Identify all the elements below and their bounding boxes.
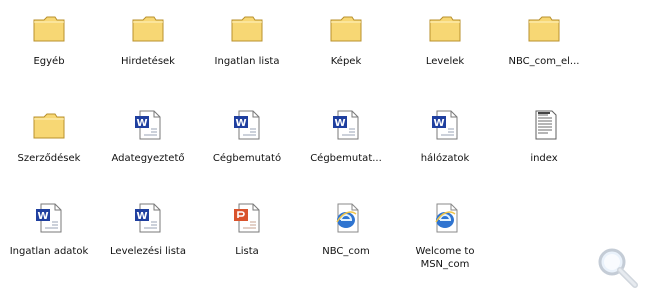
svg-text:W: W bbox=[433, 118, 444, 129]
file-icon-grid: Egyéb Hirdetések Ingatlan lista Képek Le… bbox=[0, 0, 657, 295]
icon-row: Egyéb Hirdetések Ingatlan lista Képek Le… bbox=[0, 10, 657, 100]
file-item-cegbemutato[interactable]: W Cégbemutató bbox=[199, 107, 295, 195]
file-label: Levelezési lista bbox=[110, 246, 186, 257]
internet-shortcut-icon bbox=[435, 203, 458, 233]
file-item-welcome-to-msn-com[interactable]: Welcome to MSN_com bbox=[397, 200, 493, 288]
folder-icon bbox=[33, 16, 65, 42]
word-document-icon: W bbox=[432, 110, 458, 140]
file-item-cegbemutat[interactable]: W Cégbemutat... bbox=[298, 107, 394, 195]
folder-icon bbox=[231, 16, 263, 42]
word-document-icon: W bbox=[135, 203, 161, 233]
folder-icon bbox=[33, 113, 65, 139]
file-label: Levelek bbox=[425, 56, 465, 67]
internet-shortcut-icon bbox=[336, 203, 359, 233]
file-label: Lista bbox=[235, 246, 259, 257]
file-label: Ingatlan lista bbox=[214, 56, 280, 67]
text-document-icon bbox=[535, 110, 557, 140]
file-item-egyeb[interactable]: Egyéb bbox=[1, 10, 97, 98]
icon-row: W Ingatlan adatok W Levelezési lista Lis… bbox=[0, 200, 657, 290]
magnifier-icon[interactable] bbox=[594, 244, 640, 290]
svg-text:W: W bbox=[235, 118, 246, 129]
folder-icon bbox=[132, 16, 164, 42]
powerpoint-document-icon bbox=[234, 203, 260, 233]
svg-text:W: W bbox=[136, 118, 147, 129]
file-item-szerzodesek[interactable]: Szerződések bbox=[1, 107, 97, 195]
file-label: hálózatok bbox=[420, 153, 470, 164]
folder-icon bbox=[429, 16, 461, 42]
file-item-lista[interactable]: Lista bbox=[199, 200, 295, 288]
word-document-icon: W bbox=[36, 203, 62, 233]
file-item-levelek[interactable]: Levelek bbox=[397, 10, 493, 98]
file-label: Welcome to MSN_com bbox=[415, 246, 475, 270]
file-label: Képek bbox=[330, 56, 362, 67]
file-item-nbc-com-el[interactable]: NBC_com_el... bbox=[496, 10, 592, 98]
file-item-kepek[interactable]: Képek bbox=[298, 10, 394, 98]
svg-text:W: W bbox=[37, 211, 48, 222]
file-label: NBC_com bbox=[322, 246, 370, 257]
file-item-index[interactable]: index bbox=[496, 107, 592, 195]
file-label: NBC_com_el... bbox=[508, 56, 580, 67]
file-label: Cégbemutat... bbox=[310, 153, 382, 164]
word-document-icon: W bbox=[234, 110, 260, 140]
word-document-icon: W bbox=[135, 110, 161, 140]
file-label: Hirdetések bbox=[121, 56, 175, 67]
svg-text:W: W bbox=[136, 211, 147, 222]
svg-text:W: W bbox=[334, 118, 345, 129]
file-item-levelezesi-lista[interactable]: W Levelezési lista bbox=[100, 200, 196, 288]
file-item-hirdetesek[interactable]: Hirdetések bbox=[100, 10, 196, 98]
file-item-nbc-com[interactable]: NBC_com bbox=[298, 200, 394, 288]
file-label: Egyéb bbox=[33, 56, 65, 67]
file-item-halozatok[interactable]: W hálózatok bbox=[397, 107, 493, 195]
file-label: Ingatlan adatok bbox=[9, 246, 89, 257]
word-document-icon: W bbox=[333, 110, 359, 140]
icon-row: Szerződések W Adategyeztető W Cégbemutat… bbox=[0, 107, 657, 197]
file-label: Adategyeztető bbox=[111, 153, 185, 164]
file-label: index bbox=[530, 153, 558, 164]
file-item-ingatlan-adatok[interactable]: W Ingatlan adatok bbox=[1, 200, 97, 288]
folder-icon bbox=[528, 16, 560, 42]
file-label: Cégbemutató bbox=[212, 153, 282, 164]
file-item-adategyezteto[interactable]: W Adategyeztető bbox=[100, 107, 196, 195]
folder-icon bbox=[330, 16, 362, 42]
file-label: Szerződések bbox=[17, 153, 81, 164]
file-item-ingatlan-lista[interactable]: Ingatlan lista bbox=[199, 10, 295, 98]
